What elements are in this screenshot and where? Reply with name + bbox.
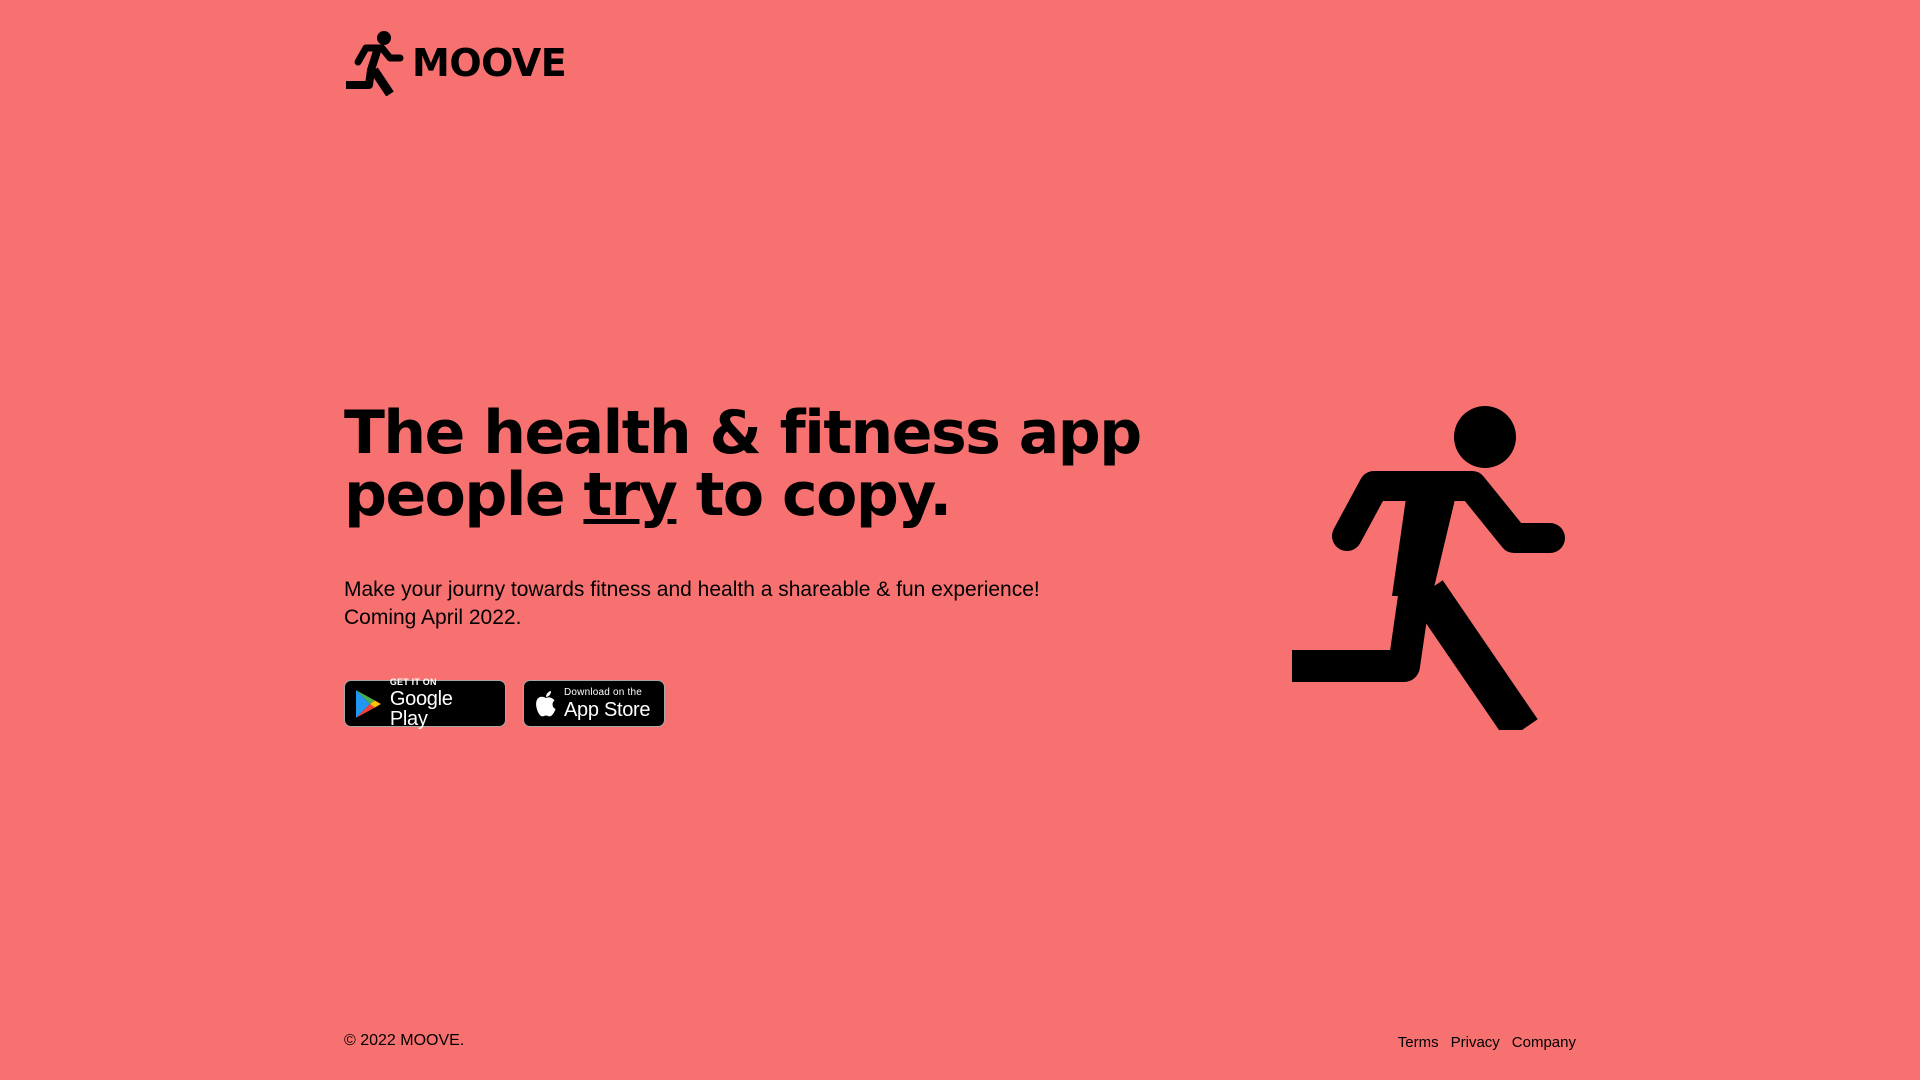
apple-icon — [536, 690, 556, 716]
app-store-small-label: Download on the — [564, 686, 643, 698]
google-play-icon — [355, 689, 381, 718]
landing-page: MOOVE The health & fitness app people tr… — [0, 0, 1920, 1080]
hero-subtext: Make your journy towards fitness and hea… — [344, 576, 1104, 632]
app-store-big-label: App Store — [564, 698, 651, 721]
subtext-line-1: Make your journy towards fitness and hea… — [344, 578, 1040, 601]
google-play-small-label: GET IT ON — [389, 677, 437, 687]
headline-line-2-end: to copy. — [676, 460, 952, 530]
headline-line-2-start: people — [344, 460, 584, 530]
app-store-text: Download on the App Store — [564, 686, 651, 721]
footer-link-company[interactable]: Company — [1512, 1034, 1576, 1051]
google-play-big-label: Google Play — [389, 688, 453, 730]
running-person-icon — [346, 31, 404, 96]
hero-headline: The health & fitness app people try to c… — [344, 402, 1144, 526]
footer-nav: Terms Privacy Company — [1398, 1034, 1576, 1051]
footer-link-terms[interactable]: Terms — [1398, 1034, 1439, 1051]
subtext-line-2: Coming April 2022. — [344, 606, 522, 629]
google-play-text: GET IT ON Google Play — [389, 677, 495, 730]
copyright-text: © 2022 MOOVE. — [344, 1032, 465, 1049]
headline-emphasis: try — [583, 460, 677, 530]
logo-link[interactable]: MOOVE — [344, 30, 567, 96]
store-badges: GET IT ON Google Play Download on the Ap… — [344, 677, 665, 730]
headline-line-1: The health & fitness app — [344, 398, 1142, 468]
running-person-illustration — [1292, 406, 1565, 730]
brand-name: MOOVE — [412, 41, 567, 85]
google-play-button[interactable]: GET IT ON Google Play — [344, 677, 506, 730]
footer-link-privacy[interactable]: Privacy — [1451, 1034, 1500, 1051]
app-store-button[interactable]: Download on the App Store — [523, 680, 665, 727]
